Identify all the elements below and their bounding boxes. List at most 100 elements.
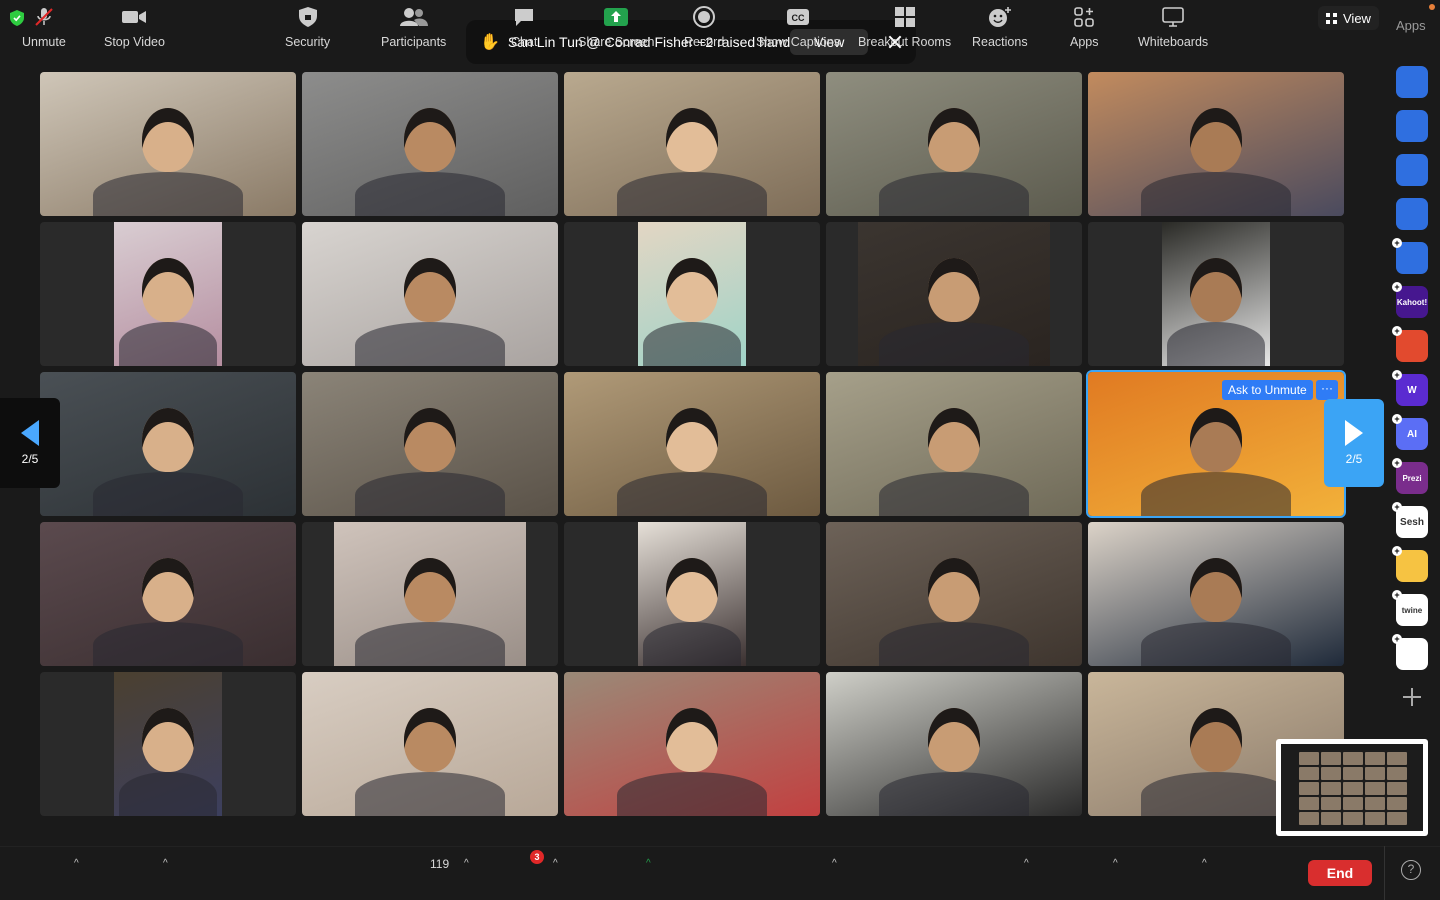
sesh-app-icon[interactable]: Sesh + [1392,502,1428,538]
self-view-thumbnail[interactable] [1276,739,1428,836]
chat-caret-icon[interactable]: ^ [553,858,558,869]
participant-silhouette [1167,322,1265,366]
twine-app-icon[interactable]: twine + [1392,590,1428,626]
participant-video-tile[interactable] [40,72,296,216]
whiteboards-caret-icon[interactable]: ^ [1202,858,1207,869]
participant-silhouette [93,172,243,216]
chat-button[interactable]: Chat [511,6,537,50]
pitch-app-icon[interactable]: + [1392,238,1428,274]
chat-label: Chat [511,35,538,49]
next-page-button[interactable]: 2/5 [1324,399,1384,487]
participant-silhouette [879,172,1029,216]
share-screen-label: Share Screen [578,35,655,49]
participant-video-tile[interactable] [302,372,558,516]
end-meeting-button[interactable]: End [1308,860,1372,886]
participant-video-tile[interactable] [826,672,1082,816]
wordwall-app-icon[interactable]: W + [1392,370,1428,406]
participant-video-tile[interactable] [1088,522,1344,666]
participant-silhouette [119,322,217,366]
add-badge-icon: + [1392,546,1402,556]
video-options-caret-icon[interactable]: ^ [163,858,168,869]
avatar-app-icon[interactable] [1396,198,1428,230]
participant-video-tile[interactable] [302,222,558,366]
participant-video-tile[interactable] [564,72,820,216]
participant-video-tile[interactable] [40,372,296,516]
captions-caret-icon[interactable]: ^ [832,858,837,869]
participant-silhouette [1141,172,1291,216]
kahoot-app-icon[interactable]: Kahoot! + [1392,282,1428,318]
participant-video-tile[interactable] [826,72,1082,216]
video-feed [826,672,1082,816]
participant-silhouette [879,472,1029,516]
participant-face [404,258,456,322]
ai-app-icon[interactable]: AI + [1392,414,1428,450]
tile-more-options-button[interactable]: ··· [1316,380,1338,400]
participant-face [142,258,194,322]
participant-silhouette [879,622,1029,666]
reactions-label: Reactions [972,35,1028,49]
participant-face [928,258,980,322]
reactions-caret-icon[interactable]: ^ [1024,858,1029,869]
participant-video-tile[interactable] [302,672,558,816]
apps-label: Apps [1070,35,1099,49]
share-screen-caret-icon[interactable]: ^ [646,858,651,869]
previous-page-button[interactable]: 2/5 [0,398,60,488]
participant-video-tile[interactable] [302,72,558,216]
whiteboards-button[interactable]: Whiteboards [1138,6,1208,50]
participant-video-tile[interactable] [826,522,1082,666]
participant-video-tile[interactable] [1088,72,1344,216]
audio-options-caret-icon[interactable]: ^ [74,858,79,869]
blocks-app-icon[interactable]: + [1392,634,1428,670]
participant-video-tile[interactable] [564,672,820,816]
participant-video-tile[interactable] [40,522,296,666]
apps-caret-icon[interactable]: ^ [1113,858,1118,869]
participant-silhouette [93,622,243,666]
timer-app-icon[interactable] [1396,154,1428,186]
participant-silhouette [643,322,741,366]
security-shield-icon [295,6,321,28]
participants-caret-icon[interactable]: ^ [464,858,469,869]
mini-tile [1343,812,1363,825]
participant-face [1190,108,1242,172]
participant-video-tile[interactable] [40,222,296,366]
stop-video-button[interactable]: Stop Video [104,6,165,50]
red-app-icon[interactable]: + [1392,326,1428,362]
mini-tile [1387,767,1407,780]
music-app-icon[interactable] [1396,110,1428,142]
participant-video-tile[interactable] [564,372,820,516]
participant-video-tile[interactable] [826,372,1082,516]
emoji-app-icon[interactable]: + [1392,546,1428,582]
add-badge-icon: + [1392,282,1402,292]
reactions-button[interactable]: Reactions [972,6,1028,50]
camera-app-icon[interactable] [1396,66,1428,98]
participant-video-tile[interactable] [302,522,558,666]
mini-tile [1387,752,1407,765]
record-button[interactable]: Record [684,6,724,50]
share-screen-icon [603,6,629,28]
unmute-button[interactable]: Unmute [22,6,66,50]
mini-tile [1299,782,1319,795]
participant-silhouette [879,322,1029,366]
participant-face [1190,408,1242,472]
participant-video-tile[interactable] [1088,222,1344,366]
breakout-rooms-button[interactable]: Breakout Rooms [858,6,951,50]
add-badge-icon: + [1392,326,1402,336]
video-feed [114,672,222,816]
help-icon[interactable]: ? [1401,860,1421,880]
participant-video-tile[interactable] [564,222,820,366]
participant-video-tile[interactable] [564,522,820,666]
mini-tile [1365,782,1385,795]
add-app-icon[interactable] [1401,686,1423,708]
ask-to-unmute-button[interactable]: Ask to Unmute [1222,380,1313,400]
share-screen-button[interactable]: Share Screen [578,6,654,50]
participant-video-tile[interactable] [826,222,1082,366]
apps-button[interactable]: Apps [1070,6,1099,50]
view-layout-button[interactable]: View [1318,6,1379,30]
participant-video-tile[interactable] [40,672,296,816]
participants-label: Participants [381,35,447,49]
show-captions-button[interactable]: CC Show Captions [756,6,840,50]
apps-top-label[interactable]: Apps [1396,18,1426,33]
participants-button[interactable]: Participants [381,6,446,50]
security-button[interactable]: Security [285,6,330,50]
prezi-app-icon[interactable]: Prezi + [1392,458,1428,494]
